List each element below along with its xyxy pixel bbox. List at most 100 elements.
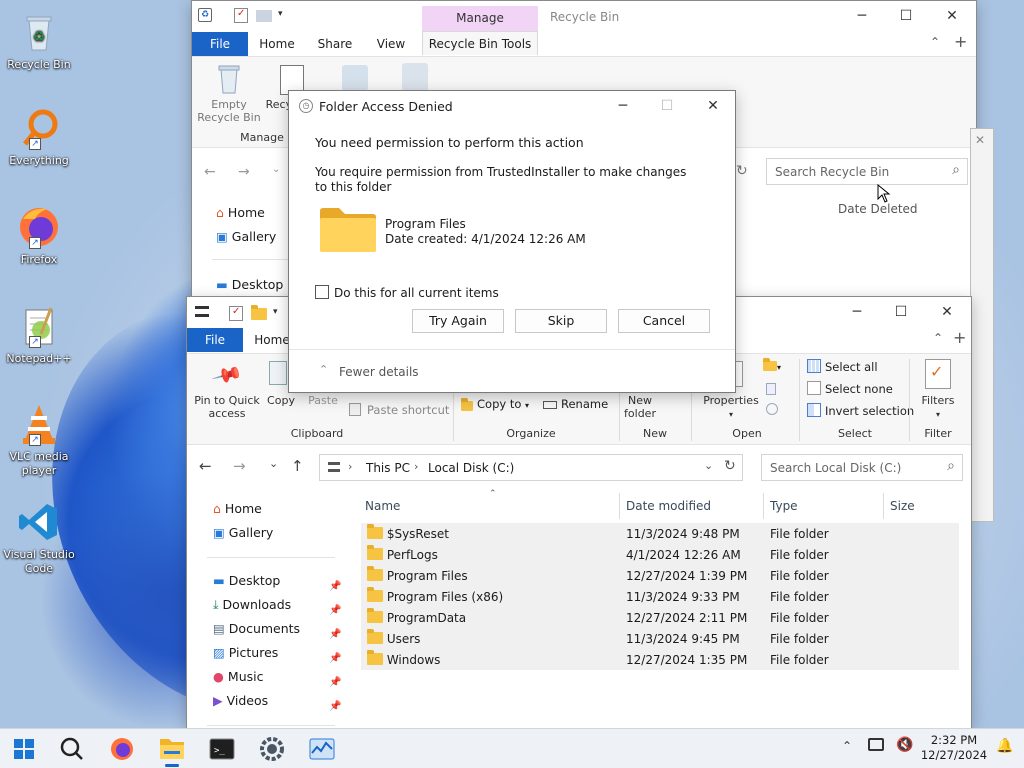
back-icon[interactable]: ← — [204, 164, 216, 180]
tab-view[interactable]: View — [368, 32, 414, 56]
forward-icon[interactable]: → — [238, 164, 250, 180]
do-for-all-checkbox[interactable] — [315, 285, 329, 299]
help-icon[interactable]: + — [954, 32, 967, 51]
column-separator[interactable] — [883, 493, 884, 519]
close-button[interactable]: ✕ — [691, 91, 735, 121]
cancel-button[interactable]: Cancel — [618, 309, 710, 333]
taskbar-firefox[interactable] — [98, 729, 146, 768]
desktop-icon-recycle-bin[interactable]: ♻ Recycle Bin — [2, 10, 76, 72]
collapse-ribbon-icon[interactable]: ⌃ — [930, 35, 940, 49]
paste-button[interactable]: Paste — [305, 394, 341, 407]
nav-item-desktop[interactable]: ▬ Desktop — [213, 573, 280, 588]
nav-item-downloads[interactable]: ⤓ Downloads — [213, 597, 291, 613]
maximize-button[interactable]: ☐ — [884, 1, 928, 31]
properties-quick-icon[interactable]: ✓ — [229, 306, 243, 321]
breadcrumb-this-pc[interactable]: This PC — [366, 461, 410, 475]
pin-to-quick-access-button[interactable]: Pin to Quick access — [191, 394, 263, 420]
taskbar-terminal[interactable]: >_ — [198, 729, 246, 768]
minimize-button[interactable]: ─ — [835, 297, 879, 327]
folder-access-denied-dialog[interactable]: ◷ Folder Access Denied ─ ☐ ✕ You need pe… — [288, 90, 736, 393]
close-button[interactable]: ✕ — [925, 297, 969, 327]
table-row[interactable]: Program Files (x86) 11/3/2024 9:33 PM Fi… — [361, 586, 959, 607]
nav-home[interactable]: ⌂ Home — [216, 205, 265, 220]
table-row[interactable]: Program Files 12/27/2024 1:39 PM File fo… — [361, 565, 959, 586]
tab-home[interactable]: Home — [252, 32, 302, 56]
properties-button[interactable]: Properties ▾ — [699, 394, 763, 421]
forward-icon[interactable]: → — [233, 457, 246, 475]
nav-item-pictures[interactable]: ▨ Pictures — [213, 645, 278, 660]
nav-item-documents[interactable]: ▤ Documents — [213, 621, 300, 636]
open-dropdown-icon[interactable]: ▾ — [763, 358, 781, 373]
background-close-icon[interactable]: ✕ — [975, 133, 985, 147]
maximize-button[interactable]: ☐ — [879, 297, 923, 327]
network-icon[interactable] — [868, 738, 884, 751]
empty-recycle-bin-button[interactable]: Empty Recycle Bin — [194, 98, 264, 124]
search-button[interactable] — [48, 729, 96, 768]
address-bar[interactable]: › This PC › Local Disk (C:) ⌄ ↻ — [319, 454, 743, 481]
nav-item-music[interactable]: ● Music — [213, 669, 263, 684]
column-separator[interactable] — [619, 493, 620, 519]
desktop-icon-vlc[interactable]: ↗ VLC media player — [2, 402, 76, 478]
skip-button[interactable]: Skip — [515, 309, 607, 333]
try-again-button[interactable]: Try Again — [412, 309, 504, 333]
properties-quick-icon[interactable]: ✓ — [234, 8, 248, 23]
column-type[interactable]: Type — [770, 499, 798, 513]
refresh-icon[interactable]: ↻ — [736, 163, 748, 179]
notifications-bell-icon[interactable]: 🔔 — [996, 738, 1013, 754]
select-all-button[interactable]: Select all — [825, 360, 878, 374]
fewer-details-button[interactable]: Fewer details — [339, 365, 419, 379]
address-dropdown-icon[interactable]: ⌄ — [704, 459, 713, 472]
desktop-icon-notepad-plus-plus[interactable]: ↗ Notepad++ — [2, 304, 76, 366]
table-row[interactable]: Users 11/3/2024 9:45 PM File folder — [361, 628, 959, 649]
taskbar-task-manager[interactable] — [298, 729, 346, 768]
new-folder-quick-icon[interactable] — [251, 305, 267, 322]
paste-shortcut-button[interactable]: Paste shortcut — [367, 403, 449, 417]
recent-locations-icon[interactable]: ⌄ — [272, 164, 280, 175]
minimize-button[interactable]: ─ — [840, 1, 884, 31]
table-row[interactable]: $SysReset 11/3/2024 9:48 PM File folder — [361, 523, 959, 544]
search-recycle-bin-input[interactable]: Search Recycle Bin ⌕ — [766, 158, 968, 185]
table-row[interactable]: Windows 12/27/2024 1:35 PM File folder — [361, 649, 959, 670]
column-separator[interactable] — [763, 493, 764, 519]
close-button[interactable]: ✕ — [930, 1, 974, 31]
search-local-disk-input[interactable]: Search Local Disk (C:) ⌕ — [761, 454, 963, 481]
clock[interactable]: 2:32 PM 12/27/2024 — [920, 733, 988, 763]
desktop-icon-everything[interactable]: ↗ Everything — [2, 106, 76, 168]
breadcrumb-local-disk[interactable]: Local Disk (C:) — [428, 461, 514, 475]
copy-to-button[interactable]: Copy to ▾ — [477, 397, 529, 411]
nav-item-gallery[interactable]: ▣ Gallery — [213, 525, 273, 540]
taskbar-file-explorer[interactable] — [148, 729, 196, 768]
recent-locations-icon[interactable]: ⌄ — [269, 457, 278, 470]
back-icon[interactable]: ← — [199, 457, 212, 475]
new-folder-quick-icon[interactable] — [256, 10, 272, 22]
nav-item-videos[interactable]: ▶ Videos — [213, 693, 268, 708]
table-row[interactable]: PerfLogs 4/1/2024 12:26 AM File folder — [361, 544, 959, 565]
rename-button[interactable]: Rename — [561, 397, 608, 411]
taskbar-settings[interactable] — [248, 729, 296, 768]
desktop-icon-vscode[interactable]: Visual Studio Code — [2, 500, 76, 576]
nav-item-home[interactable]: ⌂ Home — [213, 501, 262, 516]
start-button[interactable] — [0, 729, 48, 768]
column-date-modified[interactable]: Date modified — [626, 499, 711, 513]
select-none-button[interactable]: Select none — [825, 382, 893, 396]
help-icon[interactable]: + — [953, 328, 966, 347]
nav-gallery[interactable]: ▣ Gallery — [216, 229, 276, 244]
column-name[interactable]: Name — [365, 499, 400, 513]
copy-button[interactable]: Copy — [265, 394, 297, 407]
collapse-ribbon-icon[interactable]: ⌃ — [933, 331, 943, 345]
quick-access-dropdown-icon[interactable]: ▾ — [278, 9, 283, 19]
table-row[interactable]: ProgramData 12/27/2024 2:11 PM File fold… — [361, 607, 959, 628]
desktop-icon-firefox[interactable]: ↗ Firefox — [2, 205, 76, 267]
refresh-icon[interactable]: ↻ — [724, 458, 736, 474]
minimize-button[interactable]: ─ — [601, 91, 645, 121]
edit-icon[interactable] — [766, 383, 776, 395]
quick-access-dropdown-icon[interactable]: ▾ — [273, 307, 278, 317]
filters-button[interactable]: Filters ▾ — [915, 394, 961, 421]
history-icon[interactable] — [766, 403, 778, 415]
volume-muted-icon[interactable]: 🔇 — [896, 737, 913, 753]
invert-selection-button[interactable]: Invert selection — [825, 404, 914, 418]
nav-desktop[interactable]: ▬ Desktop — [216, 277, 283, 292]
column-size[interactable]: Size — [890, 499, 915, 513]
tab-file[interactable]: File — [192, 32, 248, 56]
chevron-up-icon[interactable]: ⌃ — [319, 363, 328, 376]
